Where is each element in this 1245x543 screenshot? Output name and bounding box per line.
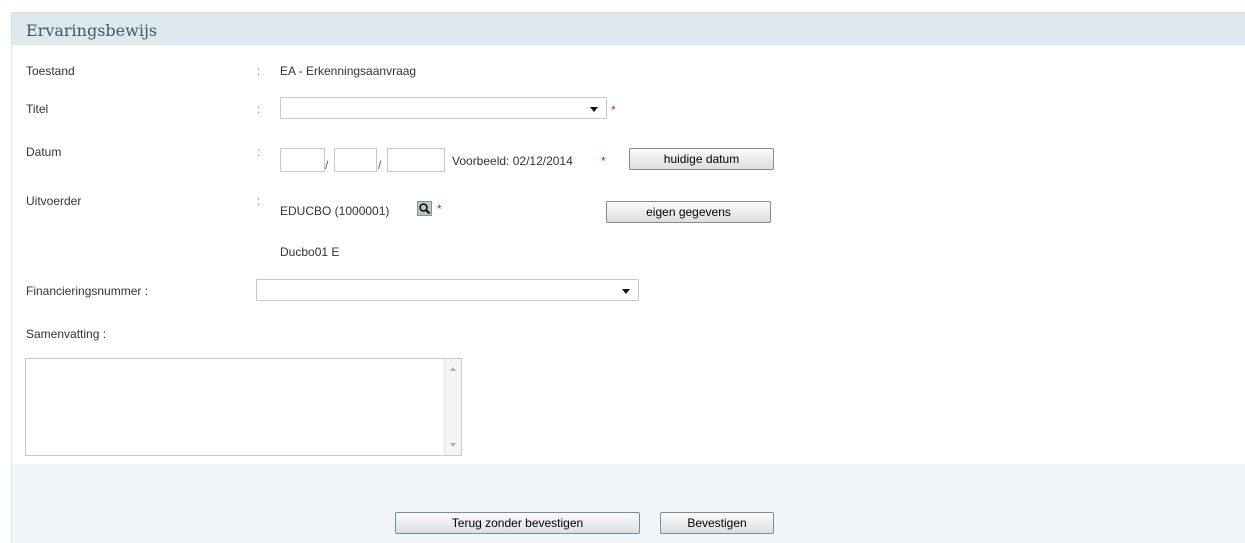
titel-label: Titel — [26, 102, 49, 116]
financiering-select[interactable] — [256, 279, 639, 301]
ervaringsbewijs-panel: Ervaringsbewijs Toestand : EA - Erkennin… — [11, 12, 1245, 543]
toestand-label: Toestand — [26, 64, 75, 78]
scroll-down-icon[interactable] — [450, 443, 456, 447]
datum-example: Voorbeeld: 02/12/2014 — [452, 154, 573, 168]
chevron-down-icon — [590, 107, 598, 112]
uitvoerder-name: Ducbo01 E — [280, 245, 340, 259]
panel-header: Ervaringsbewijs — [12, 12, 1245, 45]
titel-select[interactable] — [280, 97, 607, 119]
datum-month-input[interactable] — [334, 148, 377, 172]
toestand-value: EA - Erkenningsaanvraag — [280, 64, 417, 78]
datum-required-mark: * — [601, 154, 606, 168]
titel-colon: : — [257, 102, 261, 116]
uitvoerder-required-mark: * — [437, 202, 442, 216]
toestand-colon: : — [257, 64, 261, 78]
samenvatting-label: Samenvatting : — [26, 327, 107, 341]
financiering-label: Financieringsnummer : — [26, 284, 149, 298]
datum-year-input[interactable] — [387, 148, 445, 172]
datum-day-input[interactable] — [280, 148, 325, 172]
uitvoerder-value: EDUCBO (1000001) — [280, 204, 390, 218]
confirm-button[interactable]: Bevestigen — [660, 512, 774, 534]
samenvatting-textarea[interactable] — [25, 358, 462, 456]
textarea-scrollbar[interactable] — [444, 359, 461, 455]
uitvoerder-label: Uitvoerder — [26, 194, 82, 208]
panel-title: Ervaringsbewijs — [26, 21, 158, 40]
chevron-down-icon — [622, 289, 630, 294]
titel-required-mark: * — [611, 103, 616, 117]
own-data-button[interactable]: eigen gegevens — [606, 201, 771, 223]
uitvoerder-colon: : — [257, 194, 261, 208]
today-date-button[interactable]: huidige datum — [629, 148, 774, 170]
datum-separator-1: / — [325, 158, 329, 172]
datum-label: Datum — [26, 145, 62, 159]
back-without-confirm-button[interactable]: Terug zonder bevestigen — [395, 512, 640, 534]
datum-colon: : — [257, 145, 261, 159]
scroll-up-icon[interactable] — [450, 367, 456, 371]
search-icon[interactable] — [417, 201, 432, 216]
datum-separator-2: / — [378, 158, 382, 172]
